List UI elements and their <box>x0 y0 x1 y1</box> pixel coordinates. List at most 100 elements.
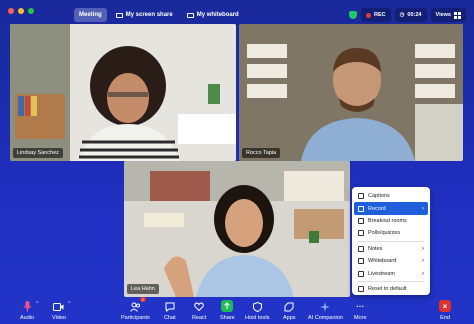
menu-item-label: Record <box>368 205 386 212</box>
chat-label: Chat <box>164 315 176 321</box>
share-label: Share <box>220 315 235 321</box>
close-icon: × <box>439 300 451 312</box>
zoom-window-dot[interactable] <box>28 8 34 14</box>
tab-my-whiteboard[interactable]: My whiteboard <box>182 8 244 22</box>
menu-item-livestream[interactable]: Livestream › <box>354 267 428 279</box>
video-tile-lindsay[interactable]: Lindsay Sanchez <box>10 24 236 161</box>
microphone-icon: ^ <box>22 301 39 312</box>
video-label: Video <box>52 315 66 321</box>
timer-text: 00:24 <box>407 12 422 18</box>
tab-screen-share-label: My screen share <box>125 12 173 18</box>
meeting-timer: ◷ 00:24 <box>394 8 427 22</box>
apps-icon <box>284 301 295 312</box>
tab-whiteboard-label: My whiteboard <box>196 12 239 18</box>
rec-label: REC <box>373 12 386 18</box>
tab-my-screen-share[interactable]: My screen share <box>111 8 178 22</box>
end-label: End <box>440 315 450 321</box>
menu-item-label: Notes <box>368 245 383 252</box>
tab-meeting-label: Meeting <box>79 12 102 18</box>
react-button[interactable]: React <box>192 301 206 321</box>
share-button[interactable]: Share <box>220 300 235 321</box>
video-feed-rocco <box>239 24 463 161</box>
clock-icon: ◷ <box>399 12 405 18</box>
view-tabs: Meeting My screen share My whiteboard <box>74 8 244 22</box>
polls-icon <box>358 230 364 237</box>
menu-item-label: Livestream <box>368 270 395 277</box>
menu-item-notes[interactable]: Notes › <box>354 243 428 255</box>
video-button[interactable]: ^ Video <box>52 301 70 321</box>
whiteboard-icon <box>186 12 194 18</box>
participant-name: Lindsay Sanchez <box>13 148 63 158</box>
menu-divider <box>358 240 424 242</box>
whiteboard-icon <box>358 258 364 265</box>
livestream-icon <box>358 270 364 277</box>
participant-name: Lea Hahn <box>127 284 159 294</box>
heart-icon <box>194 301 205 312</box>
menu-item-label: Reset to default <box>368 285 407 292</box>
menu-item-label: Whiteboard <box>368 258 397 265</box>
tab-meeting[interactable]: Meeting <box>74 8 107 22</box>
ai-companion-button[interactable]: AI Companion <box>308 301 343 321</box>
chevron-up-icon[interactable]: ^ <box>36 301 38 307</box>
record-indicator[interactable]: REC <box>360 8 391 22</box>
host-tools-button[interactable]: Host tools <box>245 301 269 321</box>
share-arrow-icon <box>221 300 234 312</box>
menu-item-breakout-rooms[interactable]: Breakout rooms <box>354 215 428 227</box>
participants-label: Participants <box>121 315 150 321</box>
top-right-status: REC ◷ 00:24 Views <box>348 8 466 22</box>
record-dot-icon <box>365 12 371 18</box>
views-button[interactable]: Views <box>430 8 466 22</box>
menu-divider <box>358 280 424 282</box>
grid-icon <box>454 11 461 19</box>
reset-icon <box>358 285 364 292</box>
apps-button[interactable]: Apps <box>283 301 296 321</box>
meeting-toolbar: ^ Audio ^ Video 2 Participants Chat Reac… <box>0 296 474 324</box>
chevron-right-icon: › <box>422 258 424 265</box>
shield-icon <box>252 301 263 312</box>
chevron-right-icon: › <box>422 205 424 212</box>
end-button[interactable]: × End <box>439 300 451 321</box>
more-menu: Captions Record › Breakout rooms Polls/q… <box>352 187 430 295</box>
participants-count-badge: 2 <box>139 297 146 302</box>
record-icon <box>358 205 364 212</box>
camera-icon: ^ <box>53 301 70 312</box>
audio-button[interactable]: ^ Audio <box>20 301 39 321</box>
menu-item-label: Polls/quizzes <box>368 230 401 237</box>
chevron-right-icon: › <box>422 245 424 252</box>
ai-companion-label: AI Companion <box>308 315 343 321</box>
views-label: Views <box>435 12 452 18</box>
menu-item-whiteboard[interactable]: Whiteboard › <box>354 255 428 267</box>
menu-item-reset[interactable]: Reset to default <box>354 283 428 295</box>
menu-item-captions[interactable]: Captions <box>354 190 428 202</box>
breakout-rooms-icon <box>358 217 364 224</box>
chat-button[interactable]: Chat <box>164 301 176 321</box>
apps-label: Apps <box>283 315 296 321</box>
more-label: More <box>354 315 367 321</box>
menu-item-polls[interactable]: Polls/quizzes <box>354 227 428 239</box>
video-feed-lea <box>124 161 350 297</box>
screen-icon <box>115 12 123 18</box>
audio-label: Audio <box>20 315 35 321</box>
participants-icon: 2 <box>129 297 146 312</box>
close-window-dot[interactable] <box>8 8 14 14</box>
chat-icon <box>164 301 175 312</box>
captions-icon <box>358 193 364 200</box>
more-dots-icon: ··· <box>356 302 365 311</box>
notes-icon <box>358 245 364 252</box>
window-controls <box>8 8 34 14</box>
participants-button[interactable]: 2 Participants <box>121 297 150 321</box>
video-feed-lindsay <box>10 24 236 161</box>
video-tile-lea[interactable]: Lea Hahn <box>124 161 350 297</box>
more-button[interactable]: ··· More <box>354 301 367 321</box>
chevron-up-icon[interactable]: ^ <box>68 301 70 307</box>
video-tile-rocco[interactable]: Rocco Tapia <box>239 24 463 161</box>
participant-name: Rocco Tapia <box>242 148 281 158</box>
chevron-right-icon: › <box>422 270 424 277</box>
menu-item-record[interactable]: Record › <box>354 202 428 215</box>
menu-item-label: Breakout rooms <box>368 217 407 224</box>
host-tools-label: Host tools <box>245 315 270 321</box>
shield-icon[interactable] <box>348 11 357 19</box>
menu-item-label: Captions <box>368 193 390 200</box>
minimize-window-dot[interactable] <box>18 8 24 14</box>
react-label: React <box>192 315 207 321</box>
